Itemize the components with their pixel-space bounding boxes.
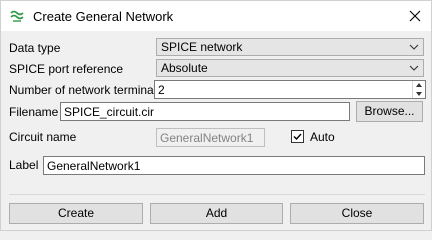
auto-label: Auto — [310, 130, 335, 144]
checkmark-icon — [293, 133, 302, 141]
filename-label: Filename — [9, 105, 59, 119]
terminals-spinbox[interactable]: 2 — [154, 80, 426, 99]
filename-value: SPICE_circuit.cir — [64, 105, 155, 119]
port-reference-dropdown[interactable]: Absolute — [156, 59, 424, 77]
terminals-label: Number of network terminals — [9, 83, 163, 97]
label-field-label: Label — [9, 158, 39, 172]
data-type-value: SPICE network — [161, 40, 243, 54]
close-icon[interactable] — [403, 6, 427, 26]
label-input[interactable]: GeneralNetwork1 — [43, 156, 425, 175]
terminals-value: 2 — [158, 83, 165, 97]
spin-up-icon[interactable] — [413, 81, 425, 89]
browse-button[interactable]: Browse... — [356, 101, 423, 122]
chevron-down-icon — [409, 65, 419, 71]
port-reference-value: Absolute — [161, 61, 208, 75]
port-reference-label: SPICE port reference — [9, 62, 124, 76]
separator — [9, 194, 425, 195]
title-bar: Create General Network — [1, 1, 431, 31]
create-button[interactable]: Create — [9, 203, 143, 224]
label-value: GeneralNetwork1 — [47, 159, 141, 173]
spin-down-icon[interactable] — [413, 90, 425, 98]
circuit-name-label: Circuit name — [9, 130, 77, 144]
close-button[interactable]: Close — [290, 203, 424, 224]
create-general-network-dialog: Create General Network Data type SPICE n… — [0, 0, 432, 231]
auto-checkbox[interactable] — [291, 130, 304, 143]
data-type-dropdown[interactable]: SPICE network — [156, 38, 424, 56]
window-title: Create General Network — [33, 9, 174, 24]
add-button[interactable]: Add — [150, 203, 283, 224]
chevron-down-icon — [409, 44, 419, 50]
data-type-label: Data type — [9, 41, 61, 55]
network-app-icon — [10, 10, 24, 22]
circuit-name-value: GeneralNetwork1 — [160, 131, 254, 145]
filename-input[interactable]: SPICE_circuit.cir — [60, 102, 350, 121]
circuit-name-input[interactable]: GeneralNetwork1 — [156, 128, 265, 147]
spin-buttons — [412, 81, 425, 98]
